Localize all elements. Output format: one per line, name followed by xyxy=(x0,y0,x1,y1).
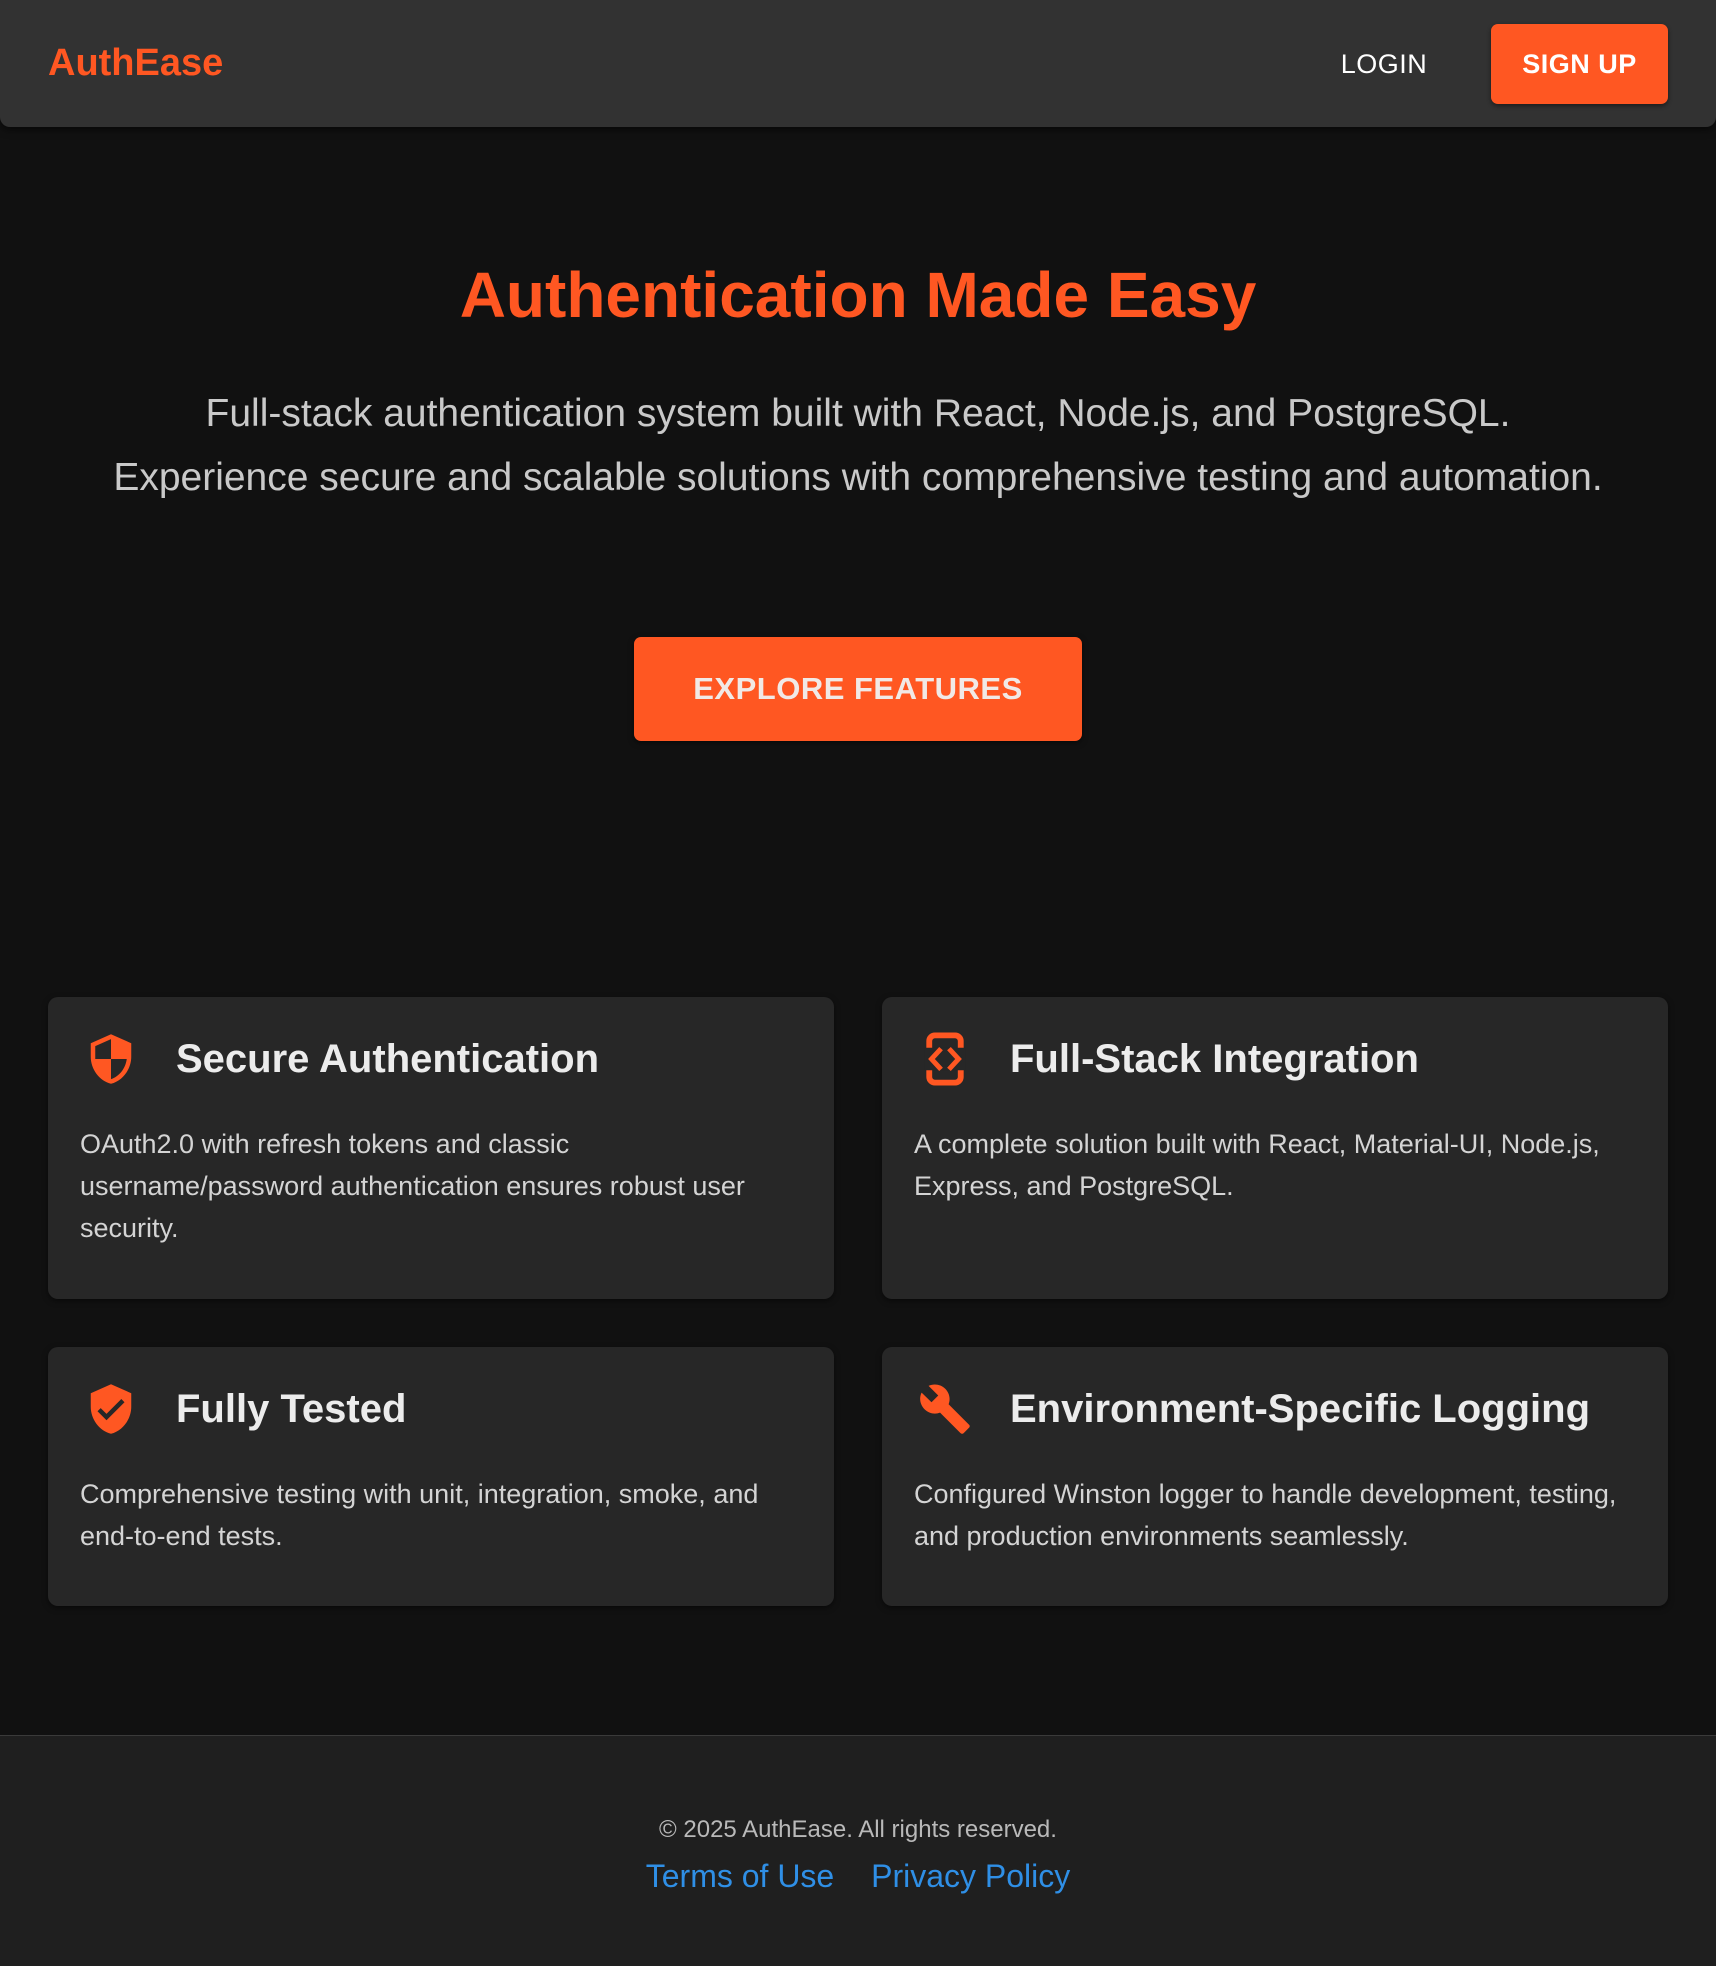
top-app-bar: AuthEase LOGIN SIGN UP xyxy=(0,0,1716,127)
login-button[interactable]: LOGIN xyxy=(1316,24,1452,104)
feature-card-secure-authentication: Secure Authentication OAuth2.0 with refr… xyxy=(48,997,834,1299)
code-bracket-icon xyxy=(918,1029,972,1089)
wrench-icon xyxy=(918,1379,972,1439)
footer: © 2025 AuthEase. All rights reserved. Te… xyxy=(0,1735,1716,1966)
footer-links: Terms of Use Privacy Policy xyxy=(0,1854,1716,1898)
feature-card-environment-logging: Environment-Specific Logging Configured … xyxy=(882,1347,1668,1606)
feature-title: Full-Stack Integration xyxy=(1010,1037,1419,1081)
feature-description: Configured Winston logger to handle deve… xyxy=(914,1479,1617,1551)
copyright-text: © 2025 AuthEase. All rights reserved. xyxy=(659,1816,1057,1843)
brand-logo[interactable]: AuthEase xyxy=(48,38,223,88)
feature-title: Fully Tested xyxy=(176,1387,407,1431)
feature-title: Environment-Specific Logging xyxy=(1010,1387,1591,1431)
feature-card-fully-tested: Fully Tested Comprehensive testing with … xyxy=(48,1347,834,1606)
feature-description: A complete solution built with React, Ma… xyxy=(914,1129,1600,1201)
signup-button[interactable]: SIGN UP xyxy=(1491,24,1668,104)
explore-features-button[interactable]: EXPLORE FEATURES xyxy=(634,637,1082,741)
landing-page: AuthEase LOGIN SIGN UP Authentication Ma… xyxy=(0,0,1716,1966)
feature-title: Secure Authentication xyxy=(176,1037,600,1081)
hero-subtitle: Full-stack authentication system built w… xyxy=(113,392,1603,499)
feature-description: Comprehensive testing with unit, integra… xyxy=(80,1479,759,1551)
shield-icon xyxy=(84,1029,138,1089)
privacy-policy-link[interactable]: Privacy Policy xyxy=(871,1858,1070,1894)
feature-description: OAuth2.0 with refresh tokens and classic… xyxy=(80,1129,745,1243)
verified-shield-icon xyxy=(84,1379,138,1439)
terms-of-use-link[interactable]: Terms of Use xyxy=(646,1858,834,1894)
feature-card-full-stack-integration: Full-Stack Integration A complete soluti… xyxy=(882,997,1668,1299)
hero-title: Authentication Made Easy xyxy=(459,259,1257,331)
